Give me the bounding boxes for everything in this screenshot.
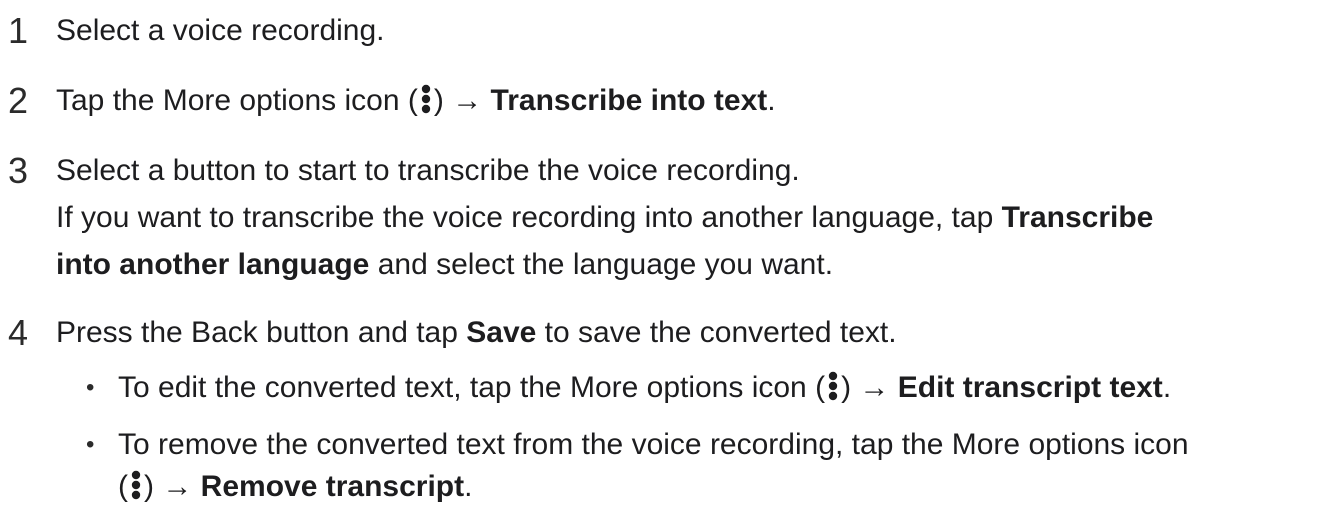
step-3-line-2-text: If you want to transcribe the voice reco… bbox=[56, 201, 1002, 234]
step-number: 2 bbox=[8, 80, 29, 121]
step-1-text: Select a voice recording. bbox=[56, 14, 385, 47]
step-3-line-3: into another language and select the lan… bbox=[56, 244, 833, 286]
step-number: 4 bbox=[8, 312, 29, 353]
step-4-text: Press the Back button and tap Save to sa… bbox=[56, 312, 897, 354]
bullet-2-after: . bbox=[464, 470, 473, 503]
step-4-text-before: Press the Back button and tap bbox=[56, 316, 467, 349]
step-2-text-after: . bbox=[767, 84, 776, 117]
step-3-line-2: If you want to transcribe the voice reco… bbox=[56, 197, 1153, 239]
more-options-icon bbox=[826, 371, 840, 401]
step-2-text: Tap the More options icon ( ) → Transcrib… bbox=[56, 80, 776, 122]
bullet-2-line-2: ( ) → Remove transcript. bbox=[118, 466, 472, 508]
bullet-2-paren-open: ( bbox=[118, 470, 128, 503]
more-options-icon bbox=[419, 84, 433, 114]
instruction-document: 1 Select a voice recording. 2 Tap the Mo… bbox=[0, 0, 1341, 505]
menu-option-remove-transcript: Remove transcript bbox=[200, 470, 465, 503]
bullet-1-middle: ) → bbox=[841, 371, 898, 404]
save-label: Save bbox=[466, 316, 537, 349]
menu-option-edit-transcript-text: Edit transcript text bbox=[897, 371, 1163, 404]
bullet-1-text: To edit the converted text, tap the More… bbox=[118, 367, 1171, 409]
bullet-1-after: . bbox=[1162, 371, 1172, 404]
step-number: 3 bbox=[8, 150, 29, 191]
bullet-2-line-1: To remove the converted text from the vo… bbox=[118, 428, 1189, 461]
step-2-text-middle: ) → bbox=[433, 84, 491, 117]
step-3-line-1: Select a button to start to transcribe t… bbox=[56, 154, 800, 187]
bullet-marker: • bbox=[86, 374, 95, 401]
bullet-1-before: To edit the converted text, tap the More… bbox=[118, 371, 826, 404]
more-options-icon bbox=[129, 470, 143, 500]
menu-option-transcribe-into-text: Transcribe into text bbox=[490, 84, 768, 117]
step-number: 1 bbox=[8, 10, 29, 51]
option-transcribe-label: Transcribe bbox=[1001, 201, 1154, 234]
step-4-text-after: to save the converted text. bbox=[536, 316, 897, 349]
option-another-language-label: into another language bbox=[56, 248, 370, 281]
bullet-2-middle: ) → bbox=[144, 470, 201, 503]
step-2-text-before: Tap the More options icon ( bbox=[56, 84, 418, 117]
step-3-line-3-text: and select the language you want. bbox=[369, 248, 834, 281]
bullet-marker: • bbox=[86, 431, 95, 458]
